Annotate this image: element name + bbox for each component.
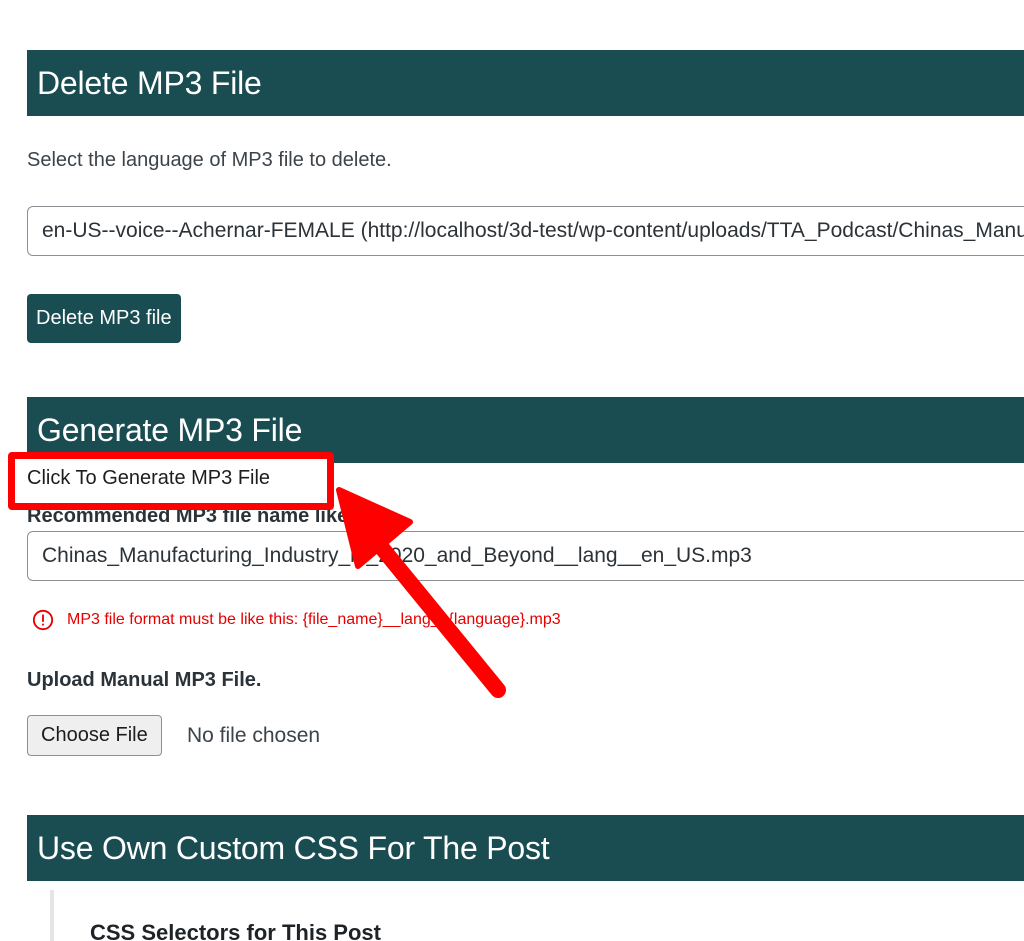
delete-mp3-button[interactable]: Delete MP3 file [27, 294, 181, 343]
custom-css-section-header: Use Own Custom CSS For The Post [27, 815, 1024, 881]
info-circle-icon [32, 609, 54, 631]
filename-input[interactable]: Chinas_Manufacturing_Industry_in_2020_an… [27, 531, 1024, 581]
file-status-text: No file chosen [187, 724, 321, 747]
settings-page: Delete MP3 File Select the language of M… [0, 0, 1024, 941]
generate-mp3-button[interactable]: Click To Generate MP3 File [27, 467, 270, 490]
delete-section-header: Delete MP3 File [27, 50, 1024, 116]
format-error-text: MP3 file format must be like this: {file… [67, 611, 561, 628]
choose-file-button[interactable]: Choose File [27, 715, 162, 756]
delete-help-text: Select the language of MP3 file to delet… [27, 149, 392, 171]
css-selectors-heading: CSS Selectors for This Post [90, 920, 381, 941]
format-error-message: MP3 file format must be like this: {file… [32, 606, 561, 634]
upload-label: Upload Manual MP3 File. [27, 669, 262, 691]
css-panel-border [50, 890, 54, 941]
language-select[interactable]: en-US--voice--Achernar-FEMALE (http://lo… [27, 206, 1024, 256]
